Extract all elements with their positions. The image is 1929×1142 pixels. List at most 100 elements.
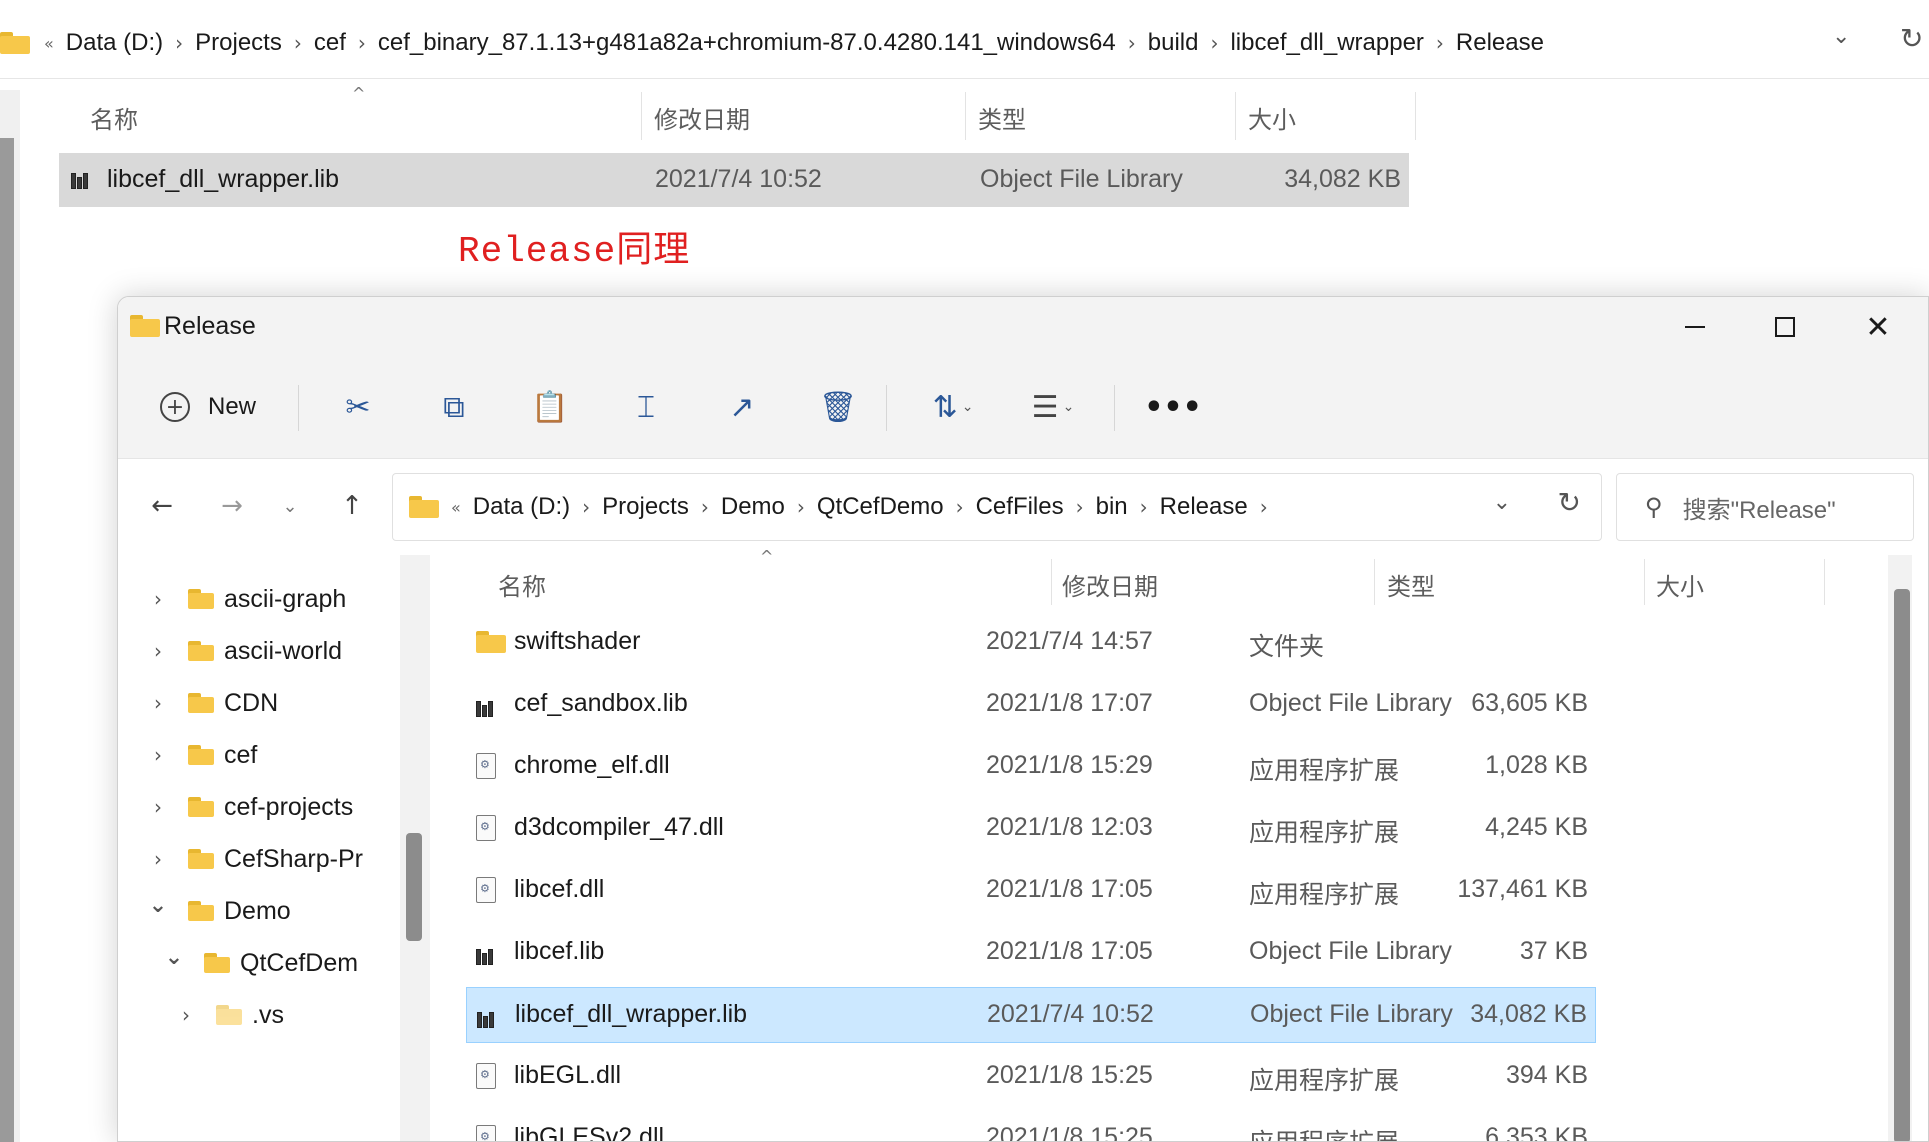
breadcrumb-item[interactable]: Release (1456, 29, 1544, 57)
overflow-chevrons-icon[interactable]: « (451, 498, 461, 517)
chevron-down-icon[interactable]: ⌄ (138, 893, 178, 918)
cut-button[interactable]: ✂ (328, 379, 388, 435)
view-button[interactable]: ☰ ⌄ (1018, 379, 1088, 435)
column-header-date[interactable]: 修改日期 (654, 100, 750, 135)
maximize-button[interactable] (1755, 305, 1815, 349)
file-size: 63,605 KB (1471, 689, 1588, 717)
rename-button[interactable]: ⌶ (616, 379, 676, 435)
chevron-right-icon[interactable]: › (1116, 31, 1148, 55)
breadcrumb-item[interactable]: bin (1096, 493, 1128, 521)
breadcrumb-item[interactable]: cef_binary_87.1.13+g481a82a+chromium-87.… (378, 29, 1116, 57)
column-header-type[interactable]: 类型 (1387, 567, 1435, 602)
share-button[interactable]: ↗ (712, 379, 772, 435)
file-row[interactable]: libcef.dll 2021/1/8 17:05 应用程序扩展 137,461 KB (466, 863, 1596, 919)
file-row[interactable]: chrome_elf.dll 2021/1/8 15:29 应用程序扩展 1,028 … (466, 739, 1596, 795)
breadcrumb-item[interactable]: build (1148, 29, 1199, 57)
tree-item[interactable]: ⌄ Demo (138, 891, 400, 931)
breadcrumb-item[interactable]: cef (314, 29, 346, 57)
chevron-right-icon[interactable]: › (138, 587, 178, 611)
recent-locations-button[interactable]: ⌄ (270, 483, 310, 529)
close-button[interactable]: ✕ (1848, 305, 1908, 349)
tree-item[interactable]: ⌄ QtCefDem (154, 943, 400, 983)
breadcrumb-item[interactable]: Projects (602, 493, 689, 521)
background-refresh-icon[interactable]: ↻ (1900, 22, 1923, 55)
paste-button[interactable]: 📋 (520, 379, 580, 435)
file-date: 2021/1/8 17:05 (986, 875, 1153, 903)
breadcrumb-item[interactable]: Data (D:) (473, 493, 570, 521)
chevron-down-icon[interactable]: ⌄ (154, 945, 194, 970)
chevron-right-icon[interactable]: › (689, 495, 721, 519)
background-file-row[interactable]: libcef_dll_wrapper.lib 2021/7/4 10:52 Ob… (59, 153, 1409, 207)
address-bar[interactable]: « Data (D:) › Projects › Demo › QtCefDemo › CefF… (392, 473, 1602, 541)
up-button[interactable]: ↑ (332, 483, 372, 529)
breadcrumb-item[interactable]: libcef_dll_wrapper (1230, 29, 1423, 57)
copy-button[interactable]: ⧉ (424, 379, 484, 435)
file-type: 应用程序扩展 (1249, 757, 1400, 785)
tree-item[interactable]: › ascii-graph (138, 579, 400, 619)
file-row[interactable]: libcef.lib 2021/1/8 17:05 Object File Libr… (466, 925, 1596, 981)
tree-item[interactable]: › ascii-world (138, 631, 400, 671)
chevron-right-icon[interactable]: › (138, 743, 178, 767)
chevron-right-icon[interactable]: › (944, 495, 976, 519)
new-button[interactable]: + New (160, 379, 280, 435)
chevron-right-icon[interactable]: › (138, 691, 178, 715)
background-address-bar[interactable]: « Data (D:) › Projects › cef › cef_binary_87.1… (0, 0, 1929, 86)
back-button[interactable]: ← (142, 483, 182, 529)
sort-button[interactable]: ⇅ ⌄ (918, 379, 988, 435)
navigation-pane-scrollbar[interactable] (406, 833, 422, 941)
chevron-right-icon[interactable]: › (138, 795, 178, 819)
file-row[interactable]: libGLESv2.dll 2021/1/8 15:25 应用程序扩展 6,353 K… (466, 1111, 1596, 1141)
chevron-right-icon[interactable]: › (166, 1003, 206, 1027)
folder-icon (188, 849, 214, 869)
breadcrumb-item[interactable]: Projects (195, 29, 282, 57)
refresh-icon[interactable]: ↻ (1558, 486, 1581, 519)
chevron-right-icon[interactable]: › (138, 847, 178, 871)
chevron-right-icon[interactable]: › (1128, 495, 1160, 519)
chevron-right-icon[interactable]: › (1198, 31, 1230, 55)
chevron-right-icon[interactable]: › (1248, 495, 1280, 519)
address-dropdown-icon[interactable]: ⌄ (1493, 490, 1511, 515)
tree-item[interactable]: › CefSharp-Pr (138, 839, 400, 879)
breadcrumb-item[interactable]: Data (D:) (66, 29, 163, 57)
search-box[interactable]: ⚲ 搜索"Release" (1616, 473, 1914, 541)
overflow-chevrons-icon[interactable]: « (44, 34, 54, 53)
delete-button[interactable]: 🗑 (808, 379, 868, 435)
background-history-dropdown-icon[interactable]: ⌄ (1832, 24, 1850, 49)
breadcrumb-item[interactable]: CefFiles (976, 493, 1064, 521)
column-header-date[interactable]: 修改日期 (1062, 567, 1158, 602)
file-list-scrollbar[interactable] (1894, 589, 1910, 1141)
chevron-right-icon[interactable]: › (282, 31, 314, 55)
chevron-right-icon[interactable]: › (163, 31, 195, 55)
ellipsis-icon: ••• (1144, 389, 1202, 425)
file-row[interactable]: libcef_dll_wrapper.lib 2021/7/4 10:52 Obje… (466, 987, 1596, 1043)
breadcrumb-item[interactable]: Release (1160, 493, 1248, 521)
column-header-name[interactable]: 名称 (90, 100, 138, 135)
minimize-button[interactable] (1665, 305, 1725, 349)
chevron-right-icon[interactable]: › (1424, 31, 1456, 55)
tree-item[interactable]: › cef (138, 735, 400, 775)
column-header-size[interactable]: 大小 (1656, 567, 1704, 602)
tree-item[interactable]: › cef-projects (138, 787, 400, 827)
search-placeholder[interactable]: 搜索"Release" (1683, 490, 1836, 525)
file-row[interactable]: d3dcompiler_47.dll 2021/1/8 12:03 应用程序扩展 4,… (466, 801, 1596, 857)
title-bar[interactable]: Release ✕ (118, 297, 1928, 357)
column-header-name[interactable]: 名称 (498, 567, 546, 602)
breadcrumb-item[interactable]: Demo (721, 493, 785, 521)
file-row[interactable]: libEGL.dll 2021/1/8 15:25 应用程序扩展 394 KB (466, 1049, 1596, 1105)
chevron-right-icon[interactable]: › (1064, 495, 1096, 519)
chevron-right-icon[interactable]: › (570, 495, 602, 519)
chevron-right-icon[interactable]: › (785, 495, 817, 519)
background-scrollbar[interactable] (0, 138, 14, 1142)
folder-icon (409, 496, 439, 518)
tree-item[interactable]: › .vs (166, 995, 400, 1035)
breadcrumb-item[interactable]: QtCefDemo (817, 493, 944, 521)
chevron-right-icon[interactable]: › (346, 31, 378, 55)
column-header-size[interactable]: 大小 (1248, 100, 1296, 135)
forward-button[interactable]: → (212, 483, 252, 529)
more-options-button[interactable]: ••• (1138, 379, 1208, 435)
column-header-type[interactable]: 类型 (978, 100, 1026, 135)
file-row[interactable]: swiftshader 2021/7/4 14:57 文件夹 (466, 615, 1596, 671)
file-row[interactable]: cef_sandbox.lib 2021/1/8 17:07 Object File… (466, 677, 1596, 733)
chevron-right-icon[interactable]: › (138, 639, 178, 663)
tree-item[interactable]: › CDN (138, 683, 400, 723)
